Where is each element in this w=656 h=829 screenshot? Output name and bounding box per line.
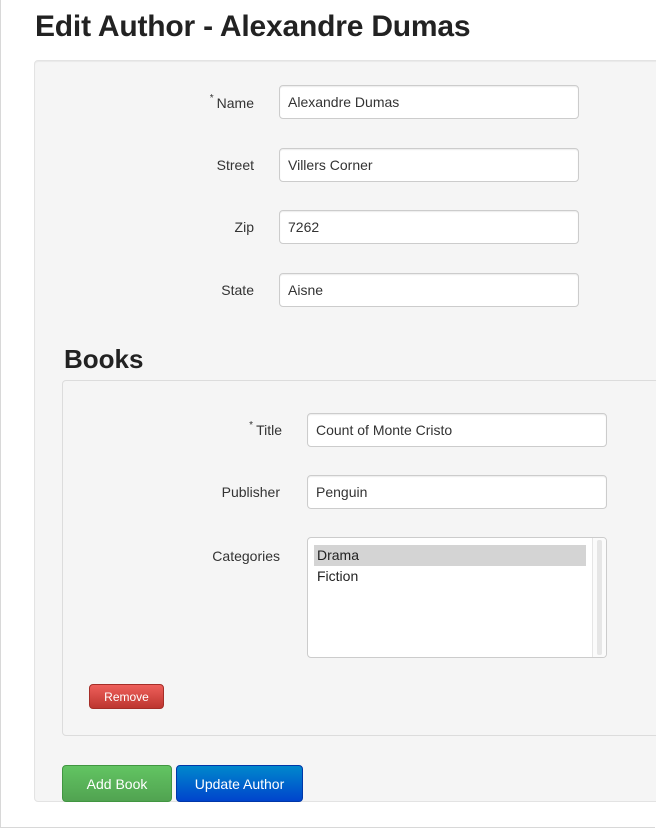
categories-listbox[interactable]: Drama Fiction	[307, 537, 607, 658]
publisher-label: Publisher	[221, 484, 280, 500]
street-field[interactable]	[279, 148, 579, 182]
name-label: * Name	[160, 93, 254, 111]
category-option-fiction[interactable]: Fiction	[314, 566, 586, 587]
state-field[interactable]	[279, 273, 579, 307]
categories-label: Categories	[212, 548, 280, 564]
required-marker: *	[209, 93, 214, 104]
remove-book-button[interactable]: Remove	[89, 684, 164, 709]
books-heading: Books	[64, 344, 144, 374]
category-option-drama[interactable]: Drama	[314, 545, 586, 566]
street-label: Street	[216, 157, 254, 173]
page-title: Edit Author - Alexandre Dumas	[35, 10, 471, 43]
scrollbar-groove	[597, 540, 602, 655]
state-label: State	[221, 282, 254, 298]
required-marker: *	[249, 420, 254, 431]
book-title-field[interactable]	[307, 413, 607, 447]
listbox-scrollbar[interactable]	[592, 538, 606, 657]
book-title-label-text: Title	[256, 422, 282, 438]
name-label-text: Name	[216, 95, 254, 111]
publisher-field[interactable]	[307, 475, 607, 509]
zip-field[interactable]	[279, 210, 579, 244]
name-field[interactable]	[279, 85, 579, 119]
zip-label: Zip	[234, 219, 254, 235]
add-book-button[interactable]: Add Book	[62, 765, 172, 802]
update-author-button[interactable]: Update Author	[176, 765, 303, 802]
book-title-label: * Title	[190, 420, 282, 438]
